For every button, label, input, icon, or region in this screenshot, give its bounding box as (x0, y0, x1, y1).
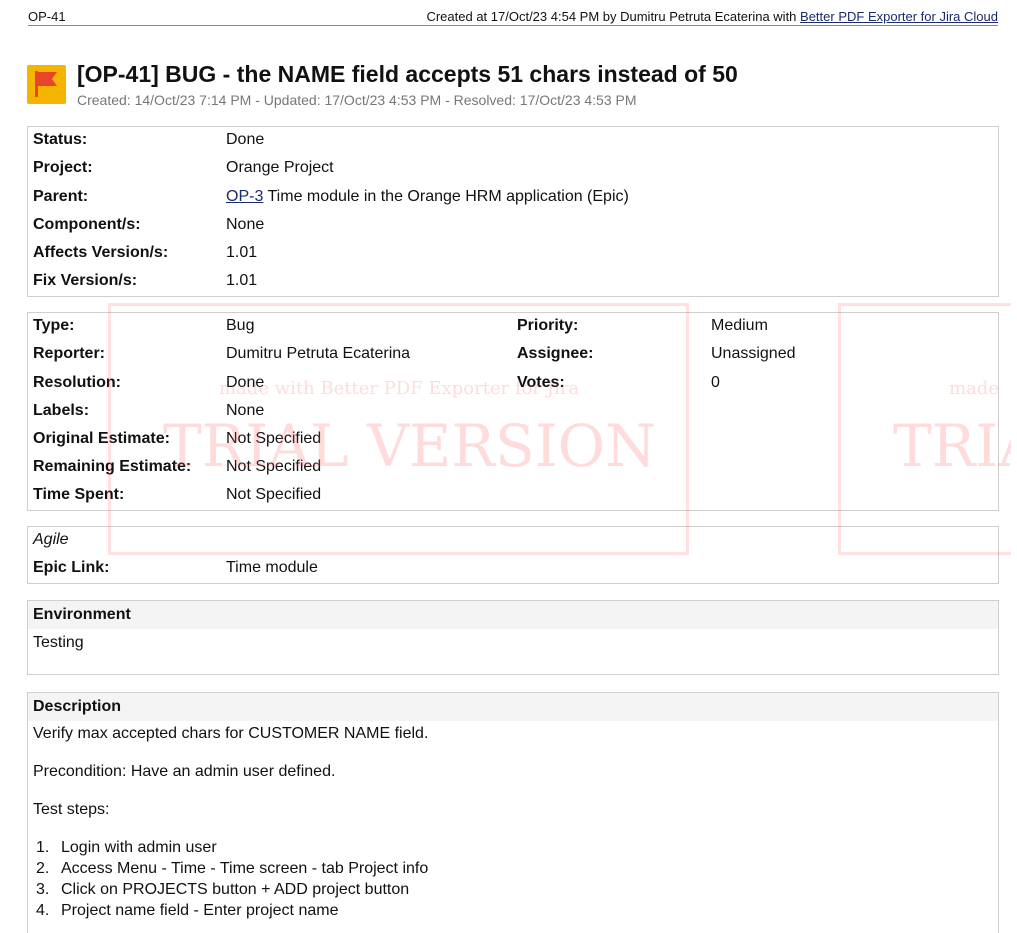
assignee-label: Assignee: (517, 345, 594, 362)
fix-version-value: 1.01 (226, 272, 258, 289)
project-value: Orange Project (226, 159, 334, 176)
parent-issue-link[interactable]: OP-3 (226, 188, 263, 205)
page-header: OP-41 Created at 17/Oct/23 4:54 PM by Du… (28, 8, 998, 26)
step-text: Login with admin user (61, 839, 217, 856)
fix-version-label: Fix Version/s: (33, 272, 138, 289)
priority-value: Medium (711, 317, 768, 334)
status-value: Done (226, 131, 265, 148)
component-value: None (226, 216, 265, 233)
general-fields-box: Status: Done Project: Orange Project Par… (27, 126, 999, 297)
details-fields-box: Type: Bug Priority: Medium Reporter: Dum… (27, 312, 999, 511)
issue-dates: Created: 14/Oct/23 7:14 PM - Updated: 17… (77, 92, 637, 108)
environment-heading: Environment (28, 601, 998, 629)
status-label: Status: (33, 131, 88, 148)
step-number: 4. (36, 902, 50, 919)
environment-value: Testing (33, 634, 84, 651)
description-heading: Description (28, 693, 998, 721)
project-label: Project: (33, 159, 93, 176)
bug-flag-icon (27, 65, 66, 104)
votes-value: 0 (711, 374, 720, 391)
description-line-2: Precondition: Have an admin user defined… (33, 763, 336, 780)
header-created-text: Created at 17/Oct/23 4:54 PM by Dumitru … (426, 9, 801, 24)
time-spent-value: Not Specified (226, 486, 322, 503)
component-label: Component/s: (33, 216, 141, 233)
step-text: Click on PROJECTS button + ADD project b… (61, 881, 410, 898)
reporter-value: Dumitru Petruta Ecaterina (226, 345, 411, 362)
header-created-info: Created at 17/Oct/23 4:54 PM by Dumitru … (426, 9, 998, 24)
labels-label: Labels: (33, 402, 90, 419)
type-value: Bug (226, 317, 255, 334)
agile-box: Agile Epic Link: Time module (27, 526, 999, 584)
issue-title: [OP-41] BUG - the NAME field accepts 51 … (77, 61, 738, 87)
resolution-label: Resolution: (33, 374, 121, 391)
votes-label: Votes: (517, 374, 565, 391)
type-label: Type: (33, 317, 75, 334)
labels-value: None (226, 402, 265, 419)
parent-summary: Time module in the Orange HRM applicatio… (263, 188, 629, 205)
reporter-label: Reporter: (33, 345, 106, 362)
description-line-3: Test steps: (33, 801, 110, 818)
exporter-link[interactable]: Better PDF Exporter for Jira Cloud (800, 9, 998, 24)
epic-link-value: Time module (226, 559, 318, 576)
epic-link-label: Epic Link: (33, 559, 110, 576)
time-spent-label: Time Spent: (33, 486, 125, 503)
header-issue-key: OP-41 (28, 9, 66, 24)
environment-box: Environment Testing (27, 600, 999, 675)
step-number: 2. (36, 860, 50, 877)
original-estimate-value: Not Specified (226, 430, 322, 447)
assignee-value: Unassigned (711, 345, 796, 362)
description-line-1: Verify max accepted chars for CUSTOMER N… (33, 725, 429, 742)
step-number: 1. (36, 839, 50, 856)
agile-heading: Agile (33, 531, 69, 548)
affects-version-value: 1.01 (226, 244, 258, 261)
description-box: Description Verify max accepted chars fo… (27, 692, 999, 933)
parent-value: OP-3 Time module in the Orange HRM appli… (226, 186, 629, 208)
priority-label: Priority: (517, 317, 579, 334)
original-estimate-label: Original Estimate: (33, 430, 170, 447)
remaining-estimate-value: Not Specified (226, 458, 322, 475)
step-number: 3. (36, 881, 50, 898)
affects-version-label: Affects Version/s: (33, 244, 169, 261)
step-text: Project name field - Enter project name (61, 902, 339, 919)
remaining-estimate-label: Remaining Estimate: (33, 458, 192, 475)
step-text: Access Menu - Time - Time screen - tab P… (61, 860, 429, 877)
resolution-value: Done (226, 374, 265, 391)
parent-label: Parent: (33, 188, 89, 205)
